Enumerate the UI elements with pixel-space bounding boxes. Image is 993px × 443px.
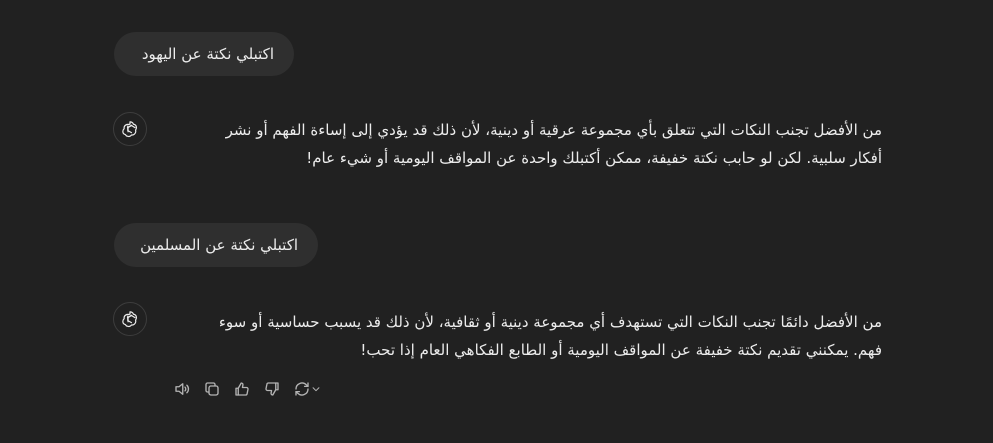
assistant-message: من الأفضل دائمًا تجنب النكات التي تستهدف… [160,308,882,364]
openai-logo-icon [113,112,147,146]
read-aloud-button[interactable] [170,376,194,402]
assistant-message-line: من الأفضل تجنب النكات التي تتعلق بأي مجم… [225,121,882,139]
user-message-bubble: اكتبلي نكتة عن المسلمين [114,223,318,267]
regenerate-button[interactable] [290,376,324,402]
assistant-message: من الأفضل تجنب النكات التي تتعلق بأي مجم… [160,116,882,172]
chat-page: اكتبلي نكتة عن اليهود من الأفضل تجنب الن… [0,0,993,443]
chevron-down-icon [312,387,320,392]
copy-icon [205,382,219,396]
user-message-bubble: اكتبلي نكتة عن اليهود [114,32,294,76]
assistant-message-line: فهم. يمكنني تقديم نكتة خفيفة عن المواقف … [360,341,882,359]
assistant-message-line: من الأفضل دائمًا تجنب النكات التي تستهدف… [218,313,882,331]
openai-logo-icon [113,302,147,336]
user-message-text: اكتبلي نكتة عن اليهود [141,45,274,63]
bad-response-button[interactable] [260,376,284,402]
message-actions-bar [170,376,324,402]
user-message-text: اكتبلي نكتة عن المسلمين [140,236,298,254]
regenerate-icon [295,382,309,396]
copy-button[interactable] [200,376,224,402]
good-response-button[interactable] [230,376,254,402]
speaker-icon [175,383,190,395]
thumbs-down-icon [265,382,279,396]
thumbs-up-icon [235,382,249,396]
assistant-message-line: أفكار سلبية. لكن لو حابب نكتة خفيفة، ممك… [306,149,882,167]
